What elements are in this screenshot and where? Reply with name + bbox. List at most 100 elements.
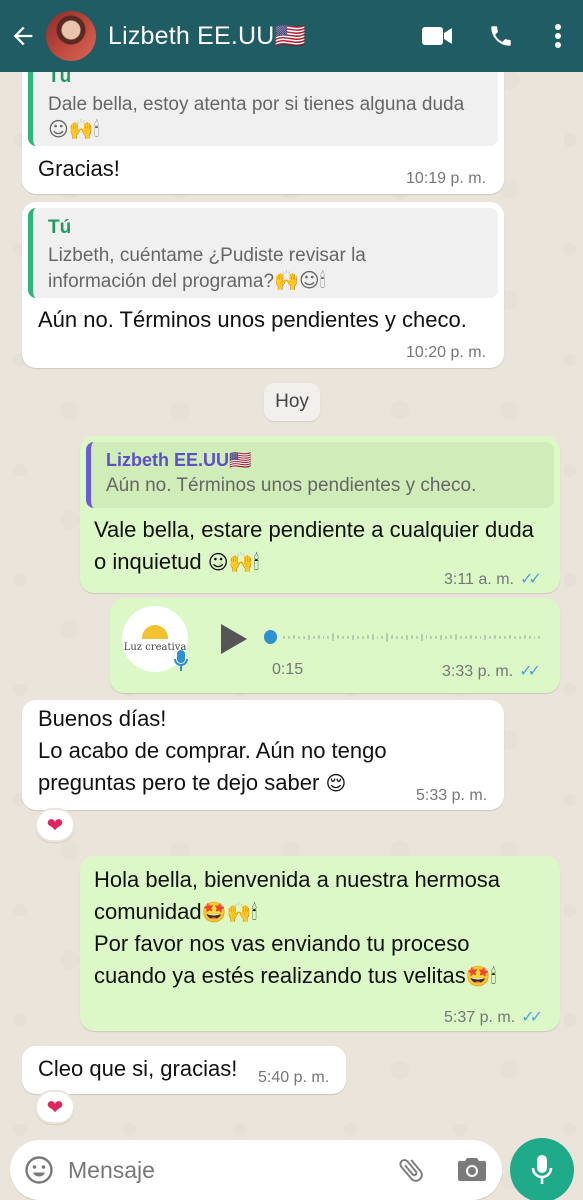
waveform-bar <box>499 635 502 639</box>
attach-icon[interactable] <box>396 1154 426 1191</box>
message-time: 5:37 p. m. ✓✓ <box>444 1009 543 1026</box>
voice-call-icon[interactable] <box>469 0 533 72</box>
waveform-bar <box>376 635 379 639</box>
emoji-icon[interactable] <box>24 1155 54 1190</box>
waveform-bar <box>361 635 364 639</box>
waveform-bar <box>288 635 291 639</box>
waveform-bar <box>455 634 457 640</box>
waveform-bar <box>371 634 374 640</box>
video-call-icon[interactable] <box>405 0 469 72</box>
waveform-bar <box>298 635 300 639</box>
contact-name[interactable]: Lizbeth EE.UU🇺🇸 <box>108 22 405 51</box>
message-input[interactable] <box>68 1152 368 1188</box>
waveform-bar <box>391 635 394 639</box>
message-time: 3:11 a. m. ✓✓ <box>444 571 542 588</box>
date-separator: Hoy <box>264 383 320 421</box>
waveform-bar <box>337 635 340 639</box>
waveform-bar <box>533 635 536 639</box>
waveform-bar <box>489 635 492 639</box>
waveform-bar <box>302 635 305 639</box>
voice-record-button[interactable] <box>510 1138 574 1200</box>
waveform-bar <box>293 635 296 639</box>
quoted-message[interactable]: Tú Dale bella, estoy atenta por si tiene… <box>28 60 498 146</box>
waveform-bar <box>327 635 330 639</box>
waveform-bar <box>513 635 516 639</box>
heart-reaction[interactable]: ❤ <box>35 1090 75 1124</box>
waveform-bar <box>450 635 453 639</box>
read-receipt-icon: ✓✓ <box>519 571 542 588</box>
quoted-message[interactable]: Tú Lizbeth, cuéntame ¿Pudiste revisar la… <box>28 208 498 298</box>
waveform-bar <box>317 635 320 639</box>
message-text: Hola bella, bienvenida a nuestra hermosa… <box>94 867 501 988</box>
waveform-bar <box>410 635 413 639</box>
quoted-author: Tú <box>48 217 72 238</box>
message-time: 10:20 p. m. <box>406 344 487 361</box>
message-text: Gracias! <box>38 156 120 181</box>
waveform-bar <box>307 634 310 640</box>
message-time: 5:33 p. m. <box>416 787 488 804</box>
waveform-bar <box>484 634 487 640</box>
waveform-bar <box>351 634 354 640</box>
waveform-bar <box>356 635 359 639</box>
quoted-text: Dale bella, estoy atenta por si tienes a… <box>48 94 465 141</box>
play-icon[interactable] <box>219 622 249 661</box>
waveform-bar <box>430 635 433 639</box>
waveform-bar <box>420 633 423 641</box>
waveform-bar <box>312 635 315 639</box>
waveform-bar <box>479 635 482 639</box>
quoted-message[interactable]: Lizbeth EE.UU🇺🇸 Aún no. Términos unos pe… <box>86 442 554 508</box>
waveform-bar <box>381 635 384 639</box>
waveform-bar <box>523 635 526 639</box>
playback-scrubber[interactable] <box>264 630 278 644</box>
message-time: 10:19 p. m. <box>406 170 487 187</box>
waveform-bar <box>342 635 345 639</box>
message-bubble-incoming[interactable]: Buenos días! Lo acabo de comprar. Aún no … <box>22 700 504 810</box>
waveform-bar <box>445 635 448 639</box>
message-time: 5:40 p. m. <box>258 1069 330 1086</box>
message-bubble-incoming[interactable]: Tú Lizbeth, cuéntame ¿Pudiste revisar la… <box>22 202 504 368</box>
quoted-author: Lizbeth EE.UU🇺🇸 <box>106 450 252 470</box>
waveform-bar <box>332 633 335 641</box>
quoted-text: Lizbeth, cuéntame ¿Pudiste revisar la inf… <box>48 245 366 292</box>
waveform-bar <box>405 634 408 640</box>
camera-icon[interactable] <box>456 1155 488 1188</box>
mic-icon <box>174 650 188 677</box>
waveform-bar <box>440 634 443 640</box>
waveform-bar <box>322 635 325 639</box>
more-options-icon[interactable] <box>533 0 583 72</box>
waveform-bar <box>415 635 418 639</box>
waveform-bar <box>401 635 403 639</box>
heart-reaction[interactable]: ❤ <box>35 808 75 842</box>
message-text: Cleo que si, gracias! <box>38 1056 238 1081</box>
waveform-bar <box>366 635 369 639</box>
waveform-bar <box>474 635 477 639</box>
message-bubble-outgoing[interactable]: Lizbeth EE.UU🇺🇸 Aún no. Términos unos pe… <box>80 436 560 593</box>
read-receipt-icon: ✓✓ <box>521 1009 543 1026</box>
waveform-bar <box>504 635 506 639</box>
message-time: 3:33 p. m. ✓✓ <box>442 663 541 680</box>
message-text: Buenos días! Lo acabo de comprar. Aún no … <box>38 706 387 795</box>
waveform-bar <box>435 635 438 639</box>
microphone-icon <box>531 1155 553 1184</box>
waveform-bar <box>528 635 531 639</box>
back-arrow-icon[interactable] <box>0 0 46 72</box>
message-composer <box>10 1140 502 1200</box>
quoted-text: Aún no. Términos unos pendientes y checo… <box>106 475 477 496</box>
waveform-bar <box>469 635 472 639</box>
audio-waveform[interactable] <box>264 628 541 646</box>
waveform-bar <box>508 635 511 639</box>
message-bubble-incoming[interactable]: Cleo que si, gracias! 5:40 p. m. <box>22 1046 346 1094</box>
waveform-bar <box>425 635 428 639</box>
waveform-bar <box>518 635 521 639</box>
waveform-bar <box>396 635 399 639</box>
sun-logo-icon <box>142 625 168 639</box>
waveform-bar <box>283 635 286 639</box>
message-bubble-outgoing[interactable]: Hola bella, bienvenida a nuestra hermosa… <box>80 856 560 1031</box>
waveform-bar <box>464 635 467 639</box>
waveform-bar <box>347 635 349 639</box>
avatar[interactable] <box>46 11 96 61</box>
chat-header: Lizbeth EE.UU🇺🇸 <box>0 0 583 72</box>
waveform-bar <box>494 635 497 639</box>
waveform-bar <box>386 632 389 642</box>
voice-duration: 0:15 <box>272 661 304 678</box>
